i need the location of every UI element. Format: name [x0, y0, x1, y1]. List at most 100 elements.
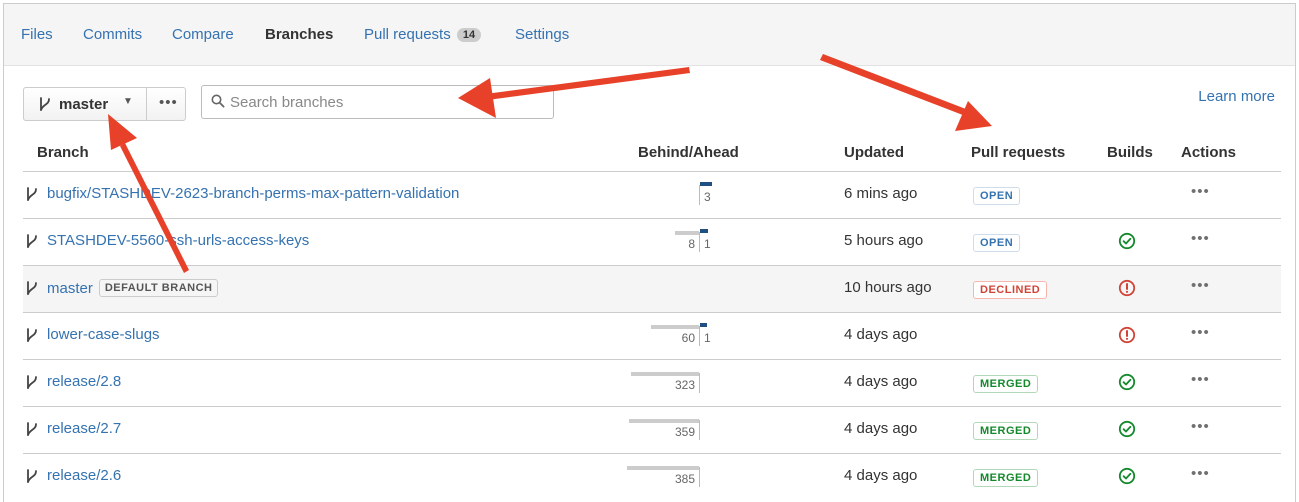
row-actions-button[interactable]: •••	[1191, 277, 1210, 294]
behind-ahead-divider	[699, 373, 700, 393]
updated-time: 6 mins ago	[844, 185, 918, 202]
behind-bar	[629, 419, 699, 423]
updated-time: 4 days ago	[844, 420, 918, 437]
branch-selector-button[interactable]: master ▼	[23, 87, 147, 121]
behind-ahead-divider	[699, 326, 700, 346]
tab-settings[interactable]: Settings	[515, 26, 569, 43]
branch-name-link[interactable]: release/2.8	[47, 373, 121, 390]
behind-ahead-divider	[699, 420, 700, 440]
branch-cell: master DEFAULT BRANCH	[24, 279, 219, 297]
pr-status-badge[interactable]: MERGED	[973, 422, 1039, 440]
ellipsis-icon: •••	[159, 94, 178, 111]
more-options-button[interactable]: •••	[146, 87, 186, 121]
row-actions-button[interactable]: •••	[1191, 324, 1210, 341]
behind-count: 8	[688, 237, 695, 251]
behind-count: 60	[681, 331, 695, 345]
branch-cell: bugfix/STASHDEV-2623-branch-perms-max-pa…	[24, 185, 459, 202]
behind-count: 385	[674, 472, 695, 486]
branches-page: Files Commits Compare Branches Pull requ…	[3, 3, 1296, 502]
exclamation-circle-icon	[1118, 279, 1136, 297]
updated-time: 4 days ago	[844, 467, 918, 484]
row-actions-button[interactable]: •••	[1191, 465, 1210, 482]
behind-ahead-indicator: 385	[583, 460, 733, 494]
build-status[interactable]	[1118, 279, 1136, 301]
exclamation-circle-icon	[1118, 326, 1136, 344]
search-icon	[211, 94, 225, 108]
behind-ahead-divider	[699, 185, 700, 205]
branch-name-link[interactable]: release/2.6	[47, 467, 121, 484]
ahead-count: 1	[704, 331, 711, 345]
pr-status-badge[interactable]: OPEN	[973, 234, 1021, 252]
behind-ahead-indicator: 8 1	[583, 225, 733, 259]
column-header-actions: Actions	[1181, 144, 1237, 161]
pr-status-badge[interactable]: MERGED	[973, 469, 1039, 487]
updated-time: 4 days ago	[844, 326, 918, 343]
branch-name-link[interactable]: master	[47, 280, 93, 297]
table-row: master DEFAULT BRANCH 10 hours ago DECLI…	[23, 265, 1281, 312]
ahead-count: 3	[704, 190, 711, 204]
build-status[interactable]	[1118, 326, 1136, 348]
tab-branches[interactable]: Branches	[265, 26, 333, 43]
check-circle-icon	[1118, 373, 1136, 391]
ahead-count: 1	[704, 237, 711, 251]
behind-bar	[675, 231, 699, 235]
branch-name-link[interactable]: bugfix/STASHDEV-2623-branch-perms-max-pa…	[47, 185, 459, 202]
updated-time: 10 hours ago	[844, 279, 932, 296]
branch-icon	[27, 233, 37, 248]
tab-commits[interactable]: Commits	[83, 26, 142, 43]
pr-status-badge[interactable]: DECLINED	[973, 281, 1048, 299]
branch-cell: release/2.7	[24, 420, 121, 437]
branch-name-link[interactable]: lower-case-slugs	[47, 326, 160, 343]
branch-icon	[27, 186, 37, 201]
behind-ahead-divider	[699, 467, 700, 487]
table-row: release/2.6 385 4 days ago MERGED •••	[23, 453, 1281, 500]
tab-compare[interactable]: Compare	[172, 26, 234, 43]
branch-name-link[interactable]: release/2.7	[47, 420, 121, 437]
branch-cell: lower-case-slugs	[24, 326, 160, 343]
pull-requests-count-badge: 14	[456, 28, 482, 42]
table-row: lower-case-slugs 60 1 4 days ago •••	[23, 312, 1281, 359]
tab-files[interactable]: Files	[21, 26, 53, 43]
ahead-bar	[700, 229, 708, 233]
pr-status-badge[interactable]: MERGED	[973, 375, 1039, 393]
column-header-updated: Updated	[844, 144, 904, 161]
ahead-bar	[700, 323, 707, 327]
behind-count: 359	[674, 425, 695, 439]
behind-bar	[627, 466, 699, 470]
row-actions-button[interactable]: •••	[1191, 371, 1210, 388]
column-header-behind-ahead: Behind/Ahead	[638, 144, 739, 161]
build-status[interactable]	[1118, 420, 1136, 442]
table-row: release/2.7 359 4 days ago MERGED •••	[23, 406, 1281, 453]
search-branches-field[interactable]	[201, 85, 554, 119]
behind-ahead-indicator: 60 1	[583, 319, 733, 353]
pr-status-badge[interactable]: OPEN	[973, 187, 1021, 205]
behind-ahead-indicator: 3	[583, 178, 733, 212]
branch-cell: release/2.6	[24, 467, 121, 484]
learn-more-link[interactable]: Learn more	[1198, 88, 1275, 105]
row-actions-button[interactable]: •••	[1191, 230, 1210, 247]
tab-pull-requests-label: Pull requests	[364, 26, 451, 43]
branch-icon	[27, 374, 37, 389]
build-status[interactable]	[1118, 373, 1136, 395]
branch-icon	[27, 327, 37, 342]
check-circle-icon	[1118, 232, 1136, 250]
branch-cell: release/2.8	[24, 373, 121, 390]
branch-icon	[27, 421, 37, 436]
tab-pull-requests[interactable]: Pull requests 14	[364, 26, 482, 43]
build-status[interactable]	[1118, 467, 1136, 489]
branch-name-link[interactable]: STASHDEV-5560-ssh-urls-access-keys	[47, 232, 309, 249]
row-actions-button[interactable]: •••	[1191, 418, 1210, 435]
check-circle-icon	[1118, 467, 1136, 485]
behind-ahead-indicator: 323	[583, 366, 733, 400]
column-header-builds: Builds	[1107, 144, 1153, 161]
ahead-bar	[700, 182, 712, 186]
branch-icon	[27, 281, 37, 295]
behind-bar	[631, 372, 699, 376]
repo-tab-bar: Files Commits Compare Branches Pull requ…	[4, 4, 1295, 66]
search-branches-input[interactable]	[230, 92, 540, 112]
build-status[interactable]	[1118, 232, 1136, 254]
table-row: STASHDEV-5560-ssh-urls-access-keys 8 1 5…	[23, 218, 1281, 265]
row-actions-button[interactable]: •••	[1191, 183, 1210, 200]
behind-bar	[651, 325, 699, 329]
table-row: release/2.8 323 4 days ago MERGED •••	[23, 359, 1281, 406]
